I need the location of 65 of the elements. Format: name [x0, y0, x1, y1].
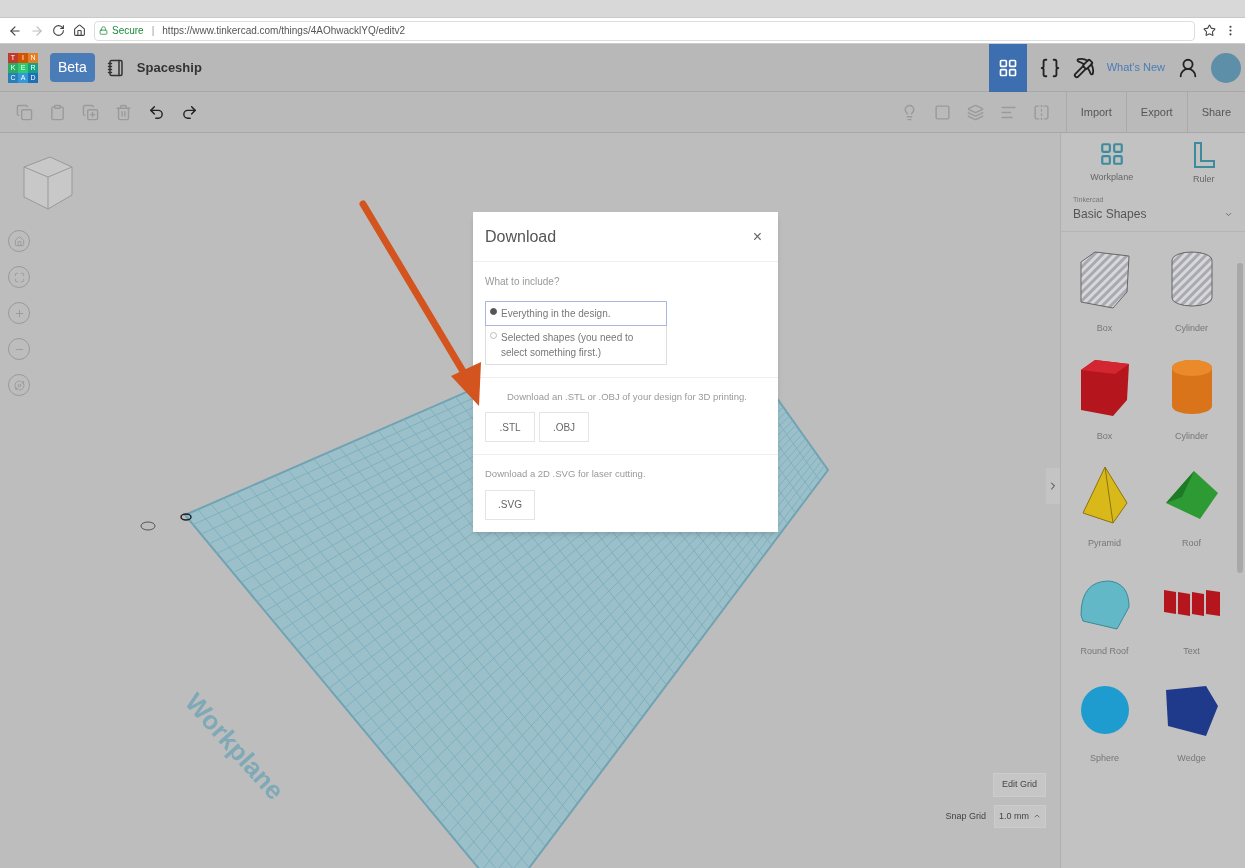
code-blocks-icon[interactable] [1038, 56, 1061, 79]
shape-tile[interactable]: Wedge [1148, 678, 1235, 766]
trash-icon[interactable] [115, 103, 132, 121]
address-field[interactable]: Secure | https://www.tinkercad.com/things/4AOhwacklYQ/editv2 [94, 20, 1195, 41]
shape-tile[interactable]: Box [1061, 248, 1148, 336]
scrollbar-thumb[interactable] [1237, 263, 1243, 573]
ruler-icon [1191, 141, 1216, 169]
notebook-icon[interactable] [106, 58, 125, 77]
toolbar-button[interactable]: Export [1125, 92, 1187, 132]
shape-tile[interactable]: Sphere [1061, 678, 1148, 766]
duplicate-icon[interactable] [82, 103, 99, 121]
toolbar-button[interactable]: Share [1186, 92, 1245, 132]
copy-icon[interactable] [16, 103, 33, 121]
pickaxe-icon[interactable] [1072, 56, 1095, 79]
back-icon[interactable] [8, 23, 22, 38]
library-dropdown[interactable]: Basic Shapes [1073, 205, 1233, 223]
beta-badge: Beta [50, 53, 95, 82]
avatar[interactable] [1211, 52, 1241, 83]
dialog-title: Download [485, 226, 557, 247]
redo-icon[interactable] [181, 103, 198, 121]
shape-icon[interactable] [933, 103, 951, 121]
group-icon[interactable] [966, 103, 984, 121]
grid-icon [997, 57, 1018, 78]
reload-icon[interactable] [52, 24, 65, 37]
workplane-tool-button[interactable]: Workplane [1090, 141, 1134, 187]
section-description: Download a 2D .SVG for laser cutting. [485, 467, 647, 482]
paste-icon[interactable] [49, 103, 66, 121]
edit-grid-button[interactable]: Edit Grid [993, 773, 1046, 797]
radio-option[interactable]: Selected shapes (you need to select something first.) [485, 326, 667, 365]
shape-tile[interactable]: Cylinder [1148, 355, 1235, 443]
user-icon[interactable] [1177, 56, 1199, 79]
snap-grid-label: Snap Grid [945, 809, 986, 823]
mirror-icon[interactable] [1032, 103, 1050, 121]
workplane-tool-button[interactable]: Ruler [1191, 141, 1216, 187]
bookmark-star-icon[interactable] [1203, 24, 1216, 37]
shape-tile[interactable]: Round Roof [1061, 570, 1148, 658]
format-button[interactable]: .STL [485, 412, 535, 443]
format-button[interactable]: .OBJ [539, 412, 589, 443]
radio-option[interactable]: Everything in the design. [485, 301, 667, 326]
design-name[interactable]: Spaceship [136, 57, 202, 78]
undo-icon[interactable] [148, 103, 165, 121]
shape-tile[interactable]: Text [1148, 570, 1235, 658]
section-description: Download an .STL or .OBJ of your design for 3D printing. [506, 390, 748, 404]
close-button[interactable]: × [748, 224, 766, 249]
shape-tile[interactable]: Roof [1148, 463, 1235, 551]
grid-icon [1098, 141, 1125, 167]
include-label: What to include? [485, 275, 561, 289]
format-button[interactable]: .SVG [485, 489, 535, 520]
fit-view-icon [13, 271, 25, 283]
grid-view-button[interactable] [988, 43, 1027, 92]
shape-tile[interactable]: Cylinder [1148, 248, 1235, 336]
shape-tile[interactable]: Box [1061, 355, 1148, 443]
lock-icon [99, 26, 108, 35]
block-letters-drawing [1161, 587, 1222, 618]
orbit-icon [13, 379, 25, 391]
whats-new-link[interactable]: What's New [1106, 59, 1165, 76]
panel-toggle-button[interactable] [1046, 468, 1060, 504]
home-icon[interactable] [73, 24, 86, 37]
home-icon [13, 235, 25, 247]
snap-grid-select[interactable]: 1.0 mm [994, 804, 1046, 828]
axis-marker-icon [140, 513, 192, 531]
shape-tile[interactable]: Pyramid [1061, 463, 1148, 551]
forward-icon[interactable] [30, 23, 44, 38]
zoom-in-icon [13, 307, 25, 319]
toolbar-button[interactable]: Import [1065, 92, 1126, 132]
